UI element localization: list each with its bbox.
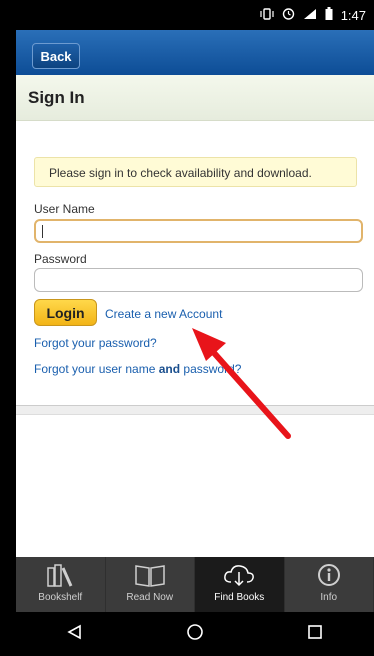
- forgot-username-suffix: password?: [180, 362, 242, 376]
- tab-label: Info: [320, 592, 338, 603]
- tab-bookshelf[interactable]: Bookshelf: [16, 557, 106, 612]
- top-navbar: Back: [16, 30, 374, 75]
- tab-find-books[interactable]: Find Books: [195, 557, 285, 612]
- tab-label: Find Books: [214, 592, 265, 603]
- tab-read-now[interactable]: Read Now: [106, 557, 195, 612]
- forgot-username-prefix: Forgot your user name: [34, 362, 159, 376]
- text-caret: [42, 225, 43, 238]
- signal-icon: [303, 8, 317, 23]
- tab-label: Read Now: [126, 592, 174, 603]
- password-field[interactable]: [34, 268, 363, 292]
- recents-square-icon[interactable]: [307, 624, 323, 645]
- back-button[interactable]: Back: [32, 43, 80, 69]
- alarm-icon: [282, 7, 295, 23]
- open-book-icon: [133, 561, 167, 589]
- page-title: Sign In: [28, 88, 85, 107]
- bottom-tab-bar: Bookshelf Read Now Find Books Info: [16, 557, 374, 612]
- status-time: 1:47: [340, 7, 366, 23]
- username-field[interactable]: [34, 219, 363, 243]
- page-header: Sign In: [16, 75, 374, 121]
- bookshelf-icon: [44, 561, 76, 589]
- battery-icon: [325, 7, 333, 23]
- vibrate-icon: [260, 7, 274, 23]
- username-label: User Name: [34, 202, 95, 216]
- password-label: Password: [34, 252, 87, 266]
- forgot-username-and: and: [158, 362, 181, 376]
- login-button[interactable]: Login: [34, 299, 97, 326]
- app-frame: 1:47 Back Sign In Please sign in to chec…: [16, 0, 374, 656]
- cloud-download-icon: [222, 561, 256, 589]
- create-account-link[interactable]: Create a new Account: [105, 307, 222, 321]
- back-triangle-icon[interactable]: [67, 624, 83, 645]
- home-circle-icon[interactable]: [186, 623, 204, 646]
- tab-info[interactable]: Info: [285, 557, 374, 612]
- sign-in-notice: Please sign in to check availability and…: [34, 157, 357, 187]
- info-icon: [315, 561, 343, 589]
- forgot-username-link[interactable]: Forgot your user name and password?: [34, 362, 241, 376]
- tab-label: Bookshelf: [38, 592, 83, 603]
- system-navigation-bar: [16, 612, 374, 656]
- section-divider: [16, 405, 374, 415]
- status-bar: 1:47: [16, 0, 374, 30]
- forgot-password-link[interactable]: Forgot your password?: [34, 336, 157, 350]
